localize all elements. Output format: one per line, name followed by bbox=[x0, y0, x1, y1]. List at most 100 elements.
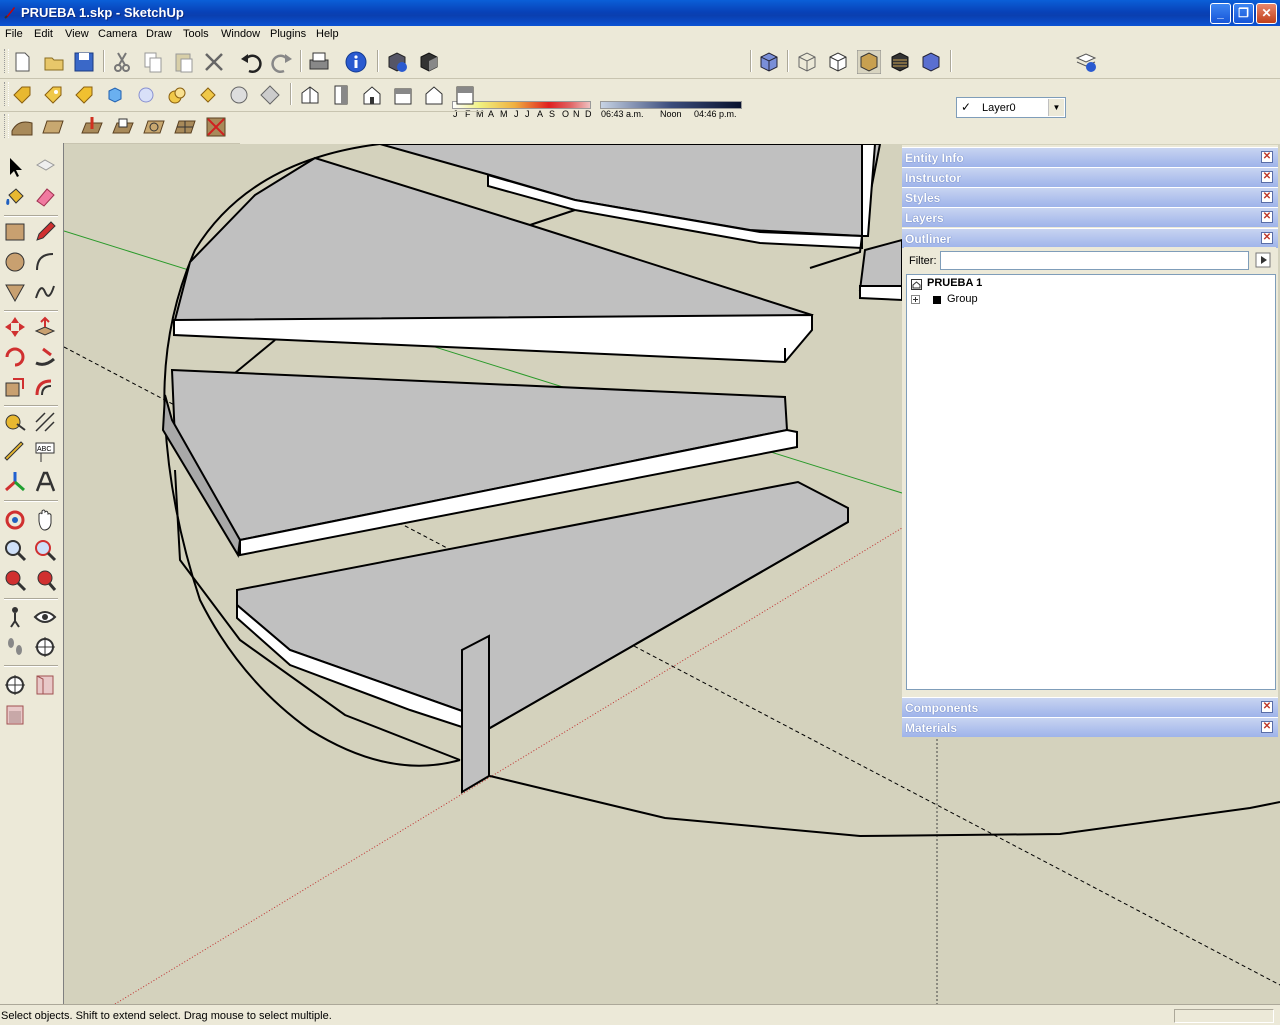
tag-plugin-icon[interactable] bbox=[165, 83, 189, 107]
styles-panel-header[interactable]: Styles ✕ bbox=[902, 187, 1278, 207]
pan-hand-icon[interactable] bbox=[33, 508, 57, 532]
sandbox-from-contours-icon[interactable] bbox=[10, 115, 34, 139]
zoom-extents-icon[interactable] bbox=[33, 568, 57, 592]
eraser-icon[interactable] bbox=[33, 185, 57, 209]
polygon-icon[interactable] bbox=[3, 280, 27, 304]
menu-plugins[interactable]: Plugins bbox=[270, 28, 306, 40]
zoom-window-icon[interactable] bbox=[33, 538, 57, 562]
erase-icon[interactable] bbox=[202, 50, 226, 74]
close-icon[interactable]: ✕ bbox=[1261, 171, 1273, 183]
smoove-icon[interactable] bbox=[80, 115, 104, 139]
outliner-group-item[interactable]: Group bbox=[947, 293, 978, 305]
add-detail-icon[interactable] bbox=[173, 115, 197, 139]
offset-icon[interactable] bbox=[33, 375, 57, 399]
redo-icon[interactable] bbox=[270, 50, 294, 74]
circle-plugin-icon[interactable] bbox=[227, 83, 251, 107]
shadow-settings-icon[interactable] bbox=[385, 50, 409, 74]
close-icon[interactable]: ✕ bbox=[1261, 701, 1273, 713]
axes-icon[interactable] bbox=[3, 470, 27, 494]
follow-me-icon[interactable] bbox=[33, 345, 57, 369]
chevron-down-icon[interactable]: ▼ bbox=[1048, 99, 1064, 116]
section-plane-icon[interactable] bbox=[33, 635, 57, 659]
paint-bucket-icon[interactable] bbox=[3, 185, 27, 209]
save-icon[interactable] bbox=[72, 50, 96, 74]
iso-house-view-icon[interactable] bbox=[298, 83, 322, 107]
hidden-line-style-icon[interactable] bbox=[826, 50, 850, 74]
rectangle-icon[interactable] bbox=[3, 220, 27, 244]
time-slider-track[interactable] bbox=[600, 101, 742, 109]
close-icon[interactable]: ✕ bbox=[1261, 191, 1273, 203]
top-view-icon[interactable] bbox=[329, 83, 353, 107]
textured-style-icon[interactable] bbox=[888, 50, 912, 74]
push-pull-icon[interactable] bbox=[33, 315, 57, 339]
print-icon[interactable] bbox=[307, 50, 331, 74]
outliner-tree[interactable]: PRUEBA 1 Group bbox=[906, 274, 1276, 690]
materials-panel-header[interactable]: Materials ✕ bbox=[902, 717, 1278, 737]
line-pencil-icon[interactable] bbox=[33, 220, 57, 244]
section-display-icon[interactable] bbox=[3, 673, 27, 697]
dimension-icon[interactable] bbox=[33, 410, 57, 434]
freehand-icon[interactable] bbox=[33, 280, 57, 304]
tag-plugin-icon[interactable] bbox=[196, 83, 220, 107]
toolbar-grip[interactable] bbox=[4, 82, 9, 106]
menu-file[interactable]: File bbox=[5, 28, 23, 40]
toolbar-grip[interactable] bbox=[4, 49, 9, 73]
undo-icon[interactable] bbox=[239, 50, 263, 74]
right-view-icon[interactable] bbox=[391, 83, 415, 107]
minimize-button[interactable]: _ bbox=[1210, 3, 1231, 24]
xray-style-icon[interactable] bbox=[795, 50, 819, 74]
shadow-time-slider[interactable]: 06:43 a.m. Noon 04:46 p.m. bbox=[600, 101, 742, 119]
circle-icon[interactable] bbox=[3, 250, 27, 274]
section-cut-icon[interactable] bbox=[33, 673, 57, 697]
expand-plus-icon[interactable] bbox=[911, 295, 920, 304]
protractor-icon[interactable] bbox=[3, 440, 27, 464]
left-view-icon[interactable] bbox=[453, 83, 477, 107]
cut-icon[interactable] bbox=[110, 50, 134, 74]
components-panel-header[interactable]: Components ✕ bbox=[902, 697, 1278, 717]
front-view-icon[interactable] bbox=[360, 83, 384, 107]
menu-window[interactable]: Window bbox=[221, 28, 260, 40]
flip-edge-icon[interactable] bbox=[204, 115, 228, 139]
sandbox-from-scratch-icon[interactable] bbox=[41, 115, 65, 139]
layers-panel-header[interactable]: Layers ✕ bbox=[902, 207, 1278, 227]
outliner-root-item[interactable]: PRUEBA 1 bbox=[927, 277, 982, 289]
previous-view-icon[interactable] bbox=[3, 568, 27, 592]
menu-edit[interactable]: Edit bbox=[34, 28, 53, 40]
menu-draw[interactable]: Draw bbox=[146, 28, 172, 40]
paste-icon[interactable] bbox=[172, 50, 196, 74]
open-folder-icon[interactable] bbox=[42, 50, 66, 74]
measurements-box[interactable] bbox=[1174, 1009, 1274, 1023]
select-arrow-icon[interactable] bbox=[3, 155, 27, 179]
tape-measure-icon[interactable] bbox=[3, 410, 27, 434]
tag-plugin-icon[interactable] bbox=[41, 83, 65, 107]
monochrome-style-icon[interactable] bbox=[919, 50, 943, 74]
shaded-style-icon[interactable] bbox=[857, 50, 881, 74]
entity-info-panel-header[interactable]: Entity Info ✕ bbox=[902, 147, 1278, 167]
tag-plugin-icon[interactable] bbox=[10, 83, 34, 107]
outliner-filter-input[interactable] bbox=[940, 251, 1249, 270]
text-icon[interactable]: ABC bbox=[33, 440, 57, 464]
zoom-icon[interactable] bbox=[3, 538, 27, 562]
model-info-icon[interactable] bbox=[344, 50, 368, 74]
toolbar-grip[interactable] bbox=[4, 114, 9, 138]
instructor-panel-header[interactable]: Instructor ✕ bbox=[902, 167, 1278, 187]
close-button[interactable]: ✕ bbox=[1256, 3, 1277, 24]
menu-tools[interactable]: Tools bbox=[183, 28, 209, 40]
close-icon[interactable]: ✕ bbox=[1261, 151, 1273, 163]
orbit-icon[interactable] bbox=[3, 508, 27, 532]
3d-text-icon[interactable] bbox=[33, 470, 57, 494]
menu-camera[interactable]: Camera bbox=[98, 28, 137, 40]
tag-plugin-icon[interactable] bbox=[72, 83, 96, 107]
scale-icon[interactable] bbox=[3, 375, 27, 399]
back-view-icon[interactable] bbox=[422, 83, 446, 107]
cube-plugin-icon[interactable] bbox=[103, 83, 127, 107]
menu-help[interactable]: Help bbox=[316, 28, 339, 40]
layer-manager-icon[interactable] bbox=[1074, 50, 1098, 74]
stamp-icon[interactable] bbox=[111, 115, 135, 139]
display-shadows-icon[interactable] bbox=[417, 50, 441, 74]
copy-icon[interactable] bbox=[141, 50, 165, 74]
close-icon[interactable]: ✕ bbox=[1261, 211, 1273, 223]
sphere-plugin-icon[interactable] bbox=[134, 83, 158, 107]
outliner-panel-header[interactable]: Outliner ✕ bbox=[902, 228, 1278, 248]
section-fill-icon[interactable] bbox=[3, 703, 27, 727]
